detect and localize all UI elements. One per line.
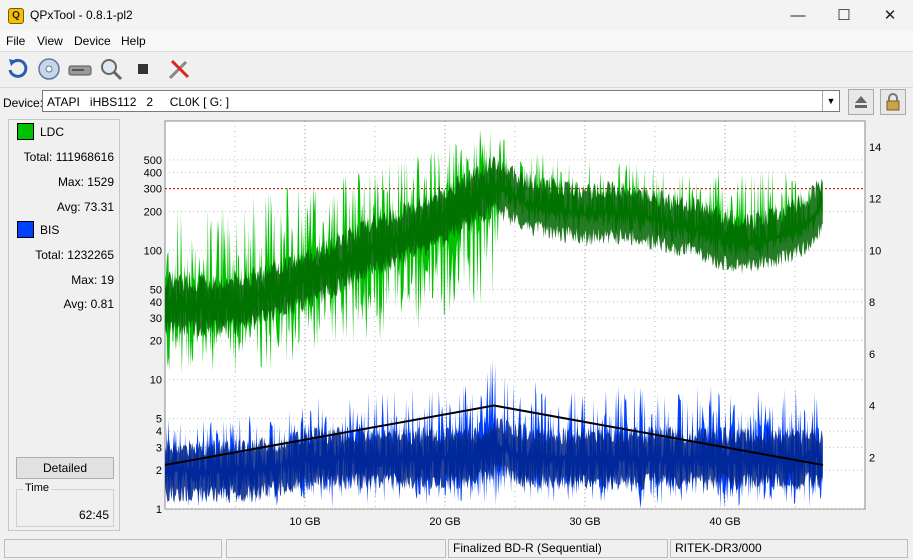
minimize-button[interactable]: — [775, 0, 821, 31]
menu-view[interactable]: View [37, 34, 63, 48]
bis-name: BIS [40, 223, 60, 237]
y-left-tick-label: 50 [150, 284, 162, 296]
y-left-tick-label: 1 [156, 504, 162, 516]
x-tick-label: 40 GB [709, 516, 740, 528]
time-box: Time 62:45 [16, 482, 114, 527]
drive-icon[interactable] [67, 56, 93, 82]
eject-button[interactable] [848, 89, 874, 115]
status-cell-1 [4, 539, 222, 558]
device-label: Device: [3, 96, 44, 110]
y-left-tick-label: 4 [156, 426, 162, 438]
title-bar: Q QPxTool - 0.8.1-pl2 — ☐ ✕ [0, 0, 913, 31]
status-media-id: RITEK-DR3/000 [670, 539, 908, 558]
y-right-tick-label: 10 [869, 245, 881, 257]
y-left-tick-label: 500 [144, 155, 162, 167]
menu-help[interactable]: Help [121, 34, 146, 48]
ldc-avg: Avg: 73.31 [56, 200, 114, 214]
y-left-tick-label: 2 [156, 465, 162, 477]
lock-icon [886, 93, 900, 111]
y-right-tick-label: 14 [869, 142, 881, 154]
y-right-tick-label: 4 [869, 401, 875, 413]
detailed-button[interactable]: Detailed [16, 457, 114, 479]
menu-device[interactable]: Device [74, 34, 111, 48]
time-value: 62:45 [78, 508, 109, 522]
y-left-tick-label: 300 [144, 184, 162, 196]
bis-avg: Avg: 0.81 [63, 297, 115, 311]
y-left-tick-label: 5 [156, 414, 162, 426]
ldc-legend-swatch[interactable] [17, 123, 34, 140]
y-right-tick-label: 12 [869, 194, 881, 206]
app-icon: Q [8, 8, 24, 24]
time-label: Time [23, 482, 52, 494]
y-right-tick-label: 2 [869, 452, 875, 464]
y-right-tick-label: 6 [869, 349, 875, 361]
status-disc-type: Finalized BD-R (Sequential) [448, 539, 668, 558]
device-select[interactable]: ATAPI iHBS112 2 CL0K [ G: ] ▼ [42, 90, 840, 112]
device-value: ATAPI iHBS112 2 CL0K [ G: ] [47, 95, 230, 109]
stats-panel: LDC Total: 111968616 Max: 1529 Avg: 73.3… [8, 119, 120, 531]
menu-file[interactable]: File [6, 34, 25, 48]
y-left-tick-label: 400 [144, 167, 162, 179]
chart-area: 1 2 3 4 5 10 20 30 40 50 100 200 300 400 500 2 4 6 8 10 12 14… [125, 119, 913, 531]
close-button[interactable]: ✕ [867, 0, 913, 31]
toolbar [0, 51, 913, 88]
stop-icon[interactable] [131, 56, 157, 82]
y-left-tick-label: 40 [150, 297, 162, 309]
x-tick-label: 20 GB [429, 516, 460, 528]
lock-button[interactable] [880, 89, 906, 115]
bis-total: Total: 1232265 [35, 248, 114, 262]
refresh-icon[interactable] [5, 56, 31, 82]
status-cell-2 [226, 539, 446, 558]
ldc-name: LDC [40, 125, 65, 139]
y-left-tick-label: 30 [150, 313, 162, 325]
y-left-tick-label: 100 [144, 245, 162, 257]
bis-legend-swatch[interactable] [17, 221, 34, 238]
device-bar: Device: ATAPI iHBS112 2 CL0K [ G: ] ▼ [0, 87, 913, 117]
x-tick-label: 10 GB [289, 516, 320, 528]
magnifier-icon[interactable] [98, 56, 124, 82]
y-right-tick-label: 8 [869, 297, 875, 309]
ldc-total: Total: 111968616 [23, 150, 114, 164]
window-title: QPxTool - 0.8.1-pl2 [30, 8, 133, 22]
maximize-button[interactable]: ☐ [821, 0, 867, 31]
disc-icon[interactable] [36, 56, 62, 82]
ldc-max: Max: 1529 [57, 175, 114, 189]
chart-svg: 1234510203040501002003004005002468101214… [144, 120, 881, 528]
eject-icon [855, 96, 867, 108]
status-bar: Finalized BD-R (Sequential) RITEK-DR3/00… [0, 537, 913, 560]
y-left-tick-label: 20 [150, 336, 162, 348]
y-left-tick-label: 10 [150, 375, 162, 387]
chevron-down-icon[interactable]: ▼ [822, 91, 839, 111]
y-left-tick-label: 200 [144, 206, 162, 218]
x-tick-label: 30 GB [569, 516, 600, 528]
menu-bar: File View Device Help [0, 31, 913, 51]
bis-max: Max: 19 [71, 273, 114, 287]
tools-icon[interactable] [166, 56, 192, 82]
y-left-tick-label: 3 [156, 442, 162, 454]
